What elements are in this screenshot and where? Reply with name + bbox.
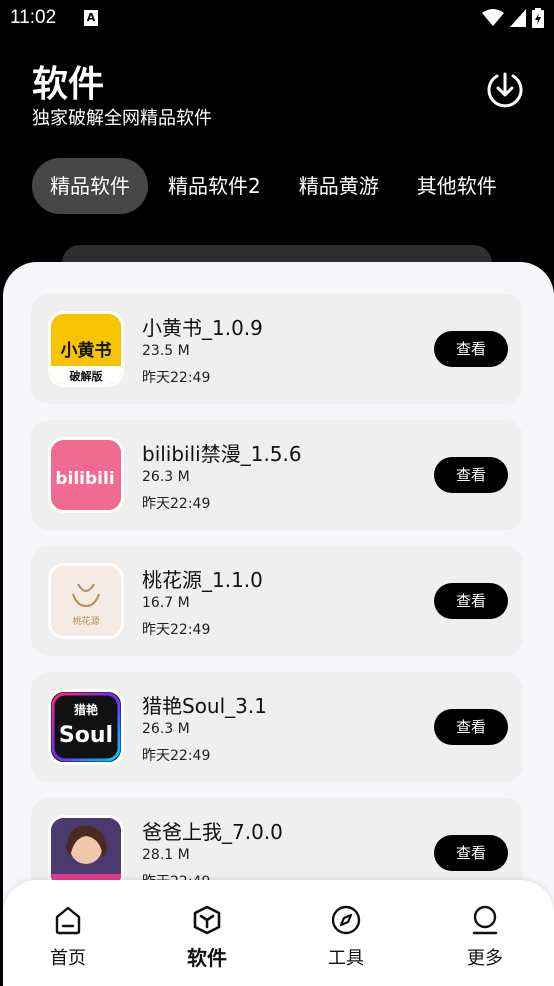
nav-item-tools[interactable]: 工具 bbox=[301, 904, 391, 970]
app-icon-xiaohuangshu: 小黄书 破解版 bbox=[48, 311, 124, 387]
app-icon-soul: 猎艳 Soul bbox=[48, 689, 124, 765]
app-icon-bilibili: bilibili bbox=[48, 437, 124, 513]
view-button[interactable]: 查看 bbox=[434, 331, 508, 367]
app-card[interactable]: 猎艳 Soul 猎艳Soul_3.1 26.3 M 昨天22:49 查看 bbox=[31, 672, 523, 782]
app-list-sheet: 小黄书 破解版 小黄书_1.0.9 23.5 M 昨天22:49 查看 bili… bbox=[3, 262, 554, 986]
view-button[interactable]: 查看 bbox=[434, 457, 508, 493]
app-logo: 桃花源 bbox=[51, 566, 121, 636]
svg-text:破解版: 破解版 bbox=[70, 369, 103, 383]
app-name: 猎艳Soul_3.1 bbox=[142, 694, 267, 718]
page-subtitle: 独家破解全网精品软件 bbox=[32, 108, 212, 129]
status-icons bbox=[482, 8, 544, 28]
notification-icon: A bbox=[84, 10, 98, 26]
compass-icon bbox=[331, 905, 361, 935]
app-date: 昨天22:49 bbox=[142, 748, 211, 764]
wifi-icon bbox=[482, 9, 504, 26]
battery-icon bbox=[532, 8, 544, 28]
tab-premium-software-2[interactable]: 精品软件2 bbox=[150, 158, 279, 214]
svg-text:小黄书: 小黄书 bbox=[61, 340, 112, 361]
page-title: 软件 bbox=[32, 64, 105, 105]
app-date: 昨天22:49 bbox=[142, 370, 211, 386]
app-logo: 猎艳 Soul bbox=[51, 692, 121, 762]
app-size: 23.5 M bbox=[142, 343, 190, 359]
category-tabs: 精品软件 精品软件2 精品黄游 其他软件 bbox=[32, 158, 517, 214]
app-date: 昨天22:49 bbox=[142, 622, 211, 638]
view-button[interactable]: 查看 bbox=[434, 583, 508, 619]
svg-text:Soul: Soul bbox=[59, 723, 113, 748]
tab-premium-software[interactable]: 精品软件 bbox=[32, 158, 148, 214]
app-size: 26.3 M bbox=[142, 721, 190, 737]
app-date: 昨天22:49 bbox=[142, 496, 211, 512]
app-size: 16.7 M bbox=[142, 595, 190, 611]
app-size: 26.3 M bbox=[142, 469, 190, 485]
nav-item-software[interactable]: 软件 bbox=[162, 904, 252, 971]
app-name: bilibili禁漫_1.5.6 bbox=[142, 442, 302, 466]
svg-text:猎艳: 猎艳 bbox=[74, 702, 98, 717]
app-logo: bilibili bbox=[51, 440, 121, 510]
nav-label: 首页 bbox=[50, 948, 86, 969]
nav-label: 软件 bbox=[187, 946, 227, 970]
app-logo bbox=[51, 818, 121, 888]
nav-item-more[interactable]: 更多 bbox=[440, 904, 530, 970]
view-button[interactable]: 查看 bbox=[434, 835, 508, 871]
app-card[interactable]: bilibili bilibili禁漫_1.5.6 26.3 M 昨天22:49… bbox=[31, 420, 523, 530]
nav-item-home[interactable]: 首页 bbox=[23, 904, 113, 970]
app-name: 桃花源_1.1.0 bbox=[142, 568, 263, 592]
app-icon-taohuayuan: 桃花源 bbox=[48, 563, 124, 639]
home-icon bbox=[55, 906, 81, 935]
download-icon[interactable] bbox=[485, 70, 525, 110]
signal-icon bbox=[510, 9, 526, 27]
tab-premium-games[interactable]: 精品黄游 bbox=[281, 158, 397, 214]
app-name: 爸爸上我_7.0.0 bbox=[142, 820, 283, 844]
app-name: 小黄书_1.0.9 bbox=[142, 316, 263, 340]
app-card[interactable]: 小黄书 破解版 小黄书_1.0.9 23.5 M 昨天22:49 查看 bbox=[31, 294, 523, 404]
app-logo: 小黄书 破解版 bbox=[51, 314, 121, 384]
app-card[interactable]: 桃花源 桃花源_1.1.0 16.7 M 昨天22:49 查看 bbox=[31, 546, 523, 656]
view-button[interactable]: 查看 bbox=[434, 709, 508, 745]
user-icon bbox=[472, 905, 498, 935]
app-size: 28.1 M bbox=[142, 847, 190, 863]
status-time: 11:02 bbox=[10, 7, 57, 28]
bottom-nav: 首页 软件 工具 更多 bbox=[3, 880, 554, 986]
cube-icon bbox=[193, 905, 221, 935]
status-bar: 11:02 A bbox=[0, 0, 554, 38]
svg-text:bilibili: bilibili bbox=[55, 469, 114, 489]
nav-label: 更多 bbox=[467, 948, 503, 969]
tab-other-software[interactable]: 其他软件 bbox=[399, 158, 515, 214]
nav-label: 工具 bbox=[328, 948, 364, 969]
svg-text:桃花源: 桃花源 bbox=[72, 615, 99, 627]
